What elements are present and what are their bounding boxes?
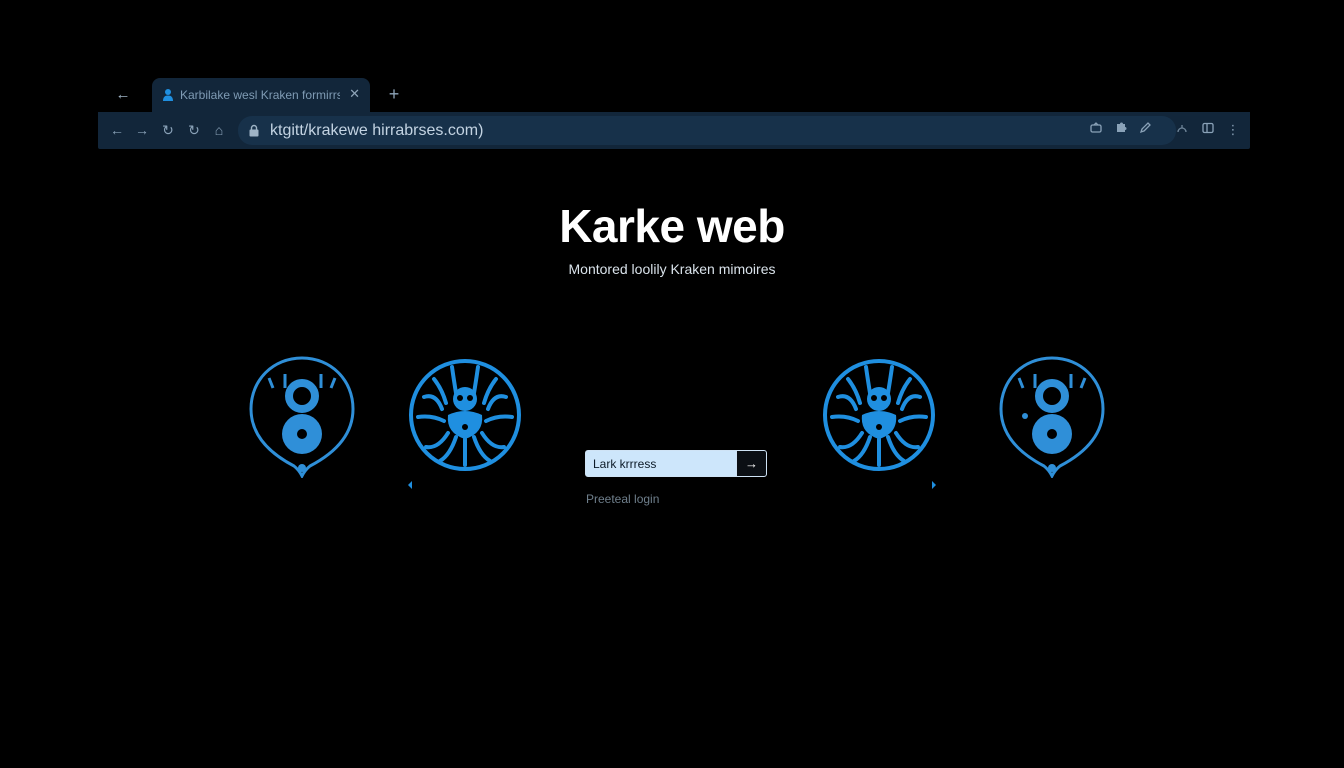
profile-icon[interactable] [1173, 121, 1191, 139]
close-icon[interactable]: ✕ [349, 86, 360, 102]
arrow-right-icon[interactable]: → [736, 451, 766, 476]
kraken-emblem-icon [408, 359, 521, 489]
lock-icon [249, 124, 259, 137]
user-icon [163, 89, 173, 101]
pen-icon[interactable] [1136, 121, 1154, 139]
url-text: ktgitt/krakewe hirrabrses.com) [270, 122, 484, 139]
forward-arrow-icon[interactable]: → [133, 121, 151, 139]
sidebar-icon[interactable] [1199, 121, 1217, 139]
login-input[interactable] [586, 451, 738, 476]
tab-title: Karbilake wesl Kraken formirrs [180, 88, 340, 102]
browser-toolbar: ← → ↻ ↻ ⌂ ktgitt/krakewe hirrabrses.com)… [98, 112, 1250, 149]
puzzle-icon[interactable] [1112, 121, 1130, 139]
kraken-emblem-icon [823, 359, 936, 489]
extension-icon[interactable] [1087, 121, 1105, 139]
login-form: → [585, 450, 767, 477]
browser-window: ← Karbilake wesl Kraken formirrs ✕ + ← →… [0, 0, 1344, 768]
back-arrow-icon[interactable]: ← [114, 86, 132, 104]
reload-icon[interactable]: ↻ [185, 121, 203, 139]
login-link[interactable]: Preeteal login [586, 492, 659, 507]
browser-tab[interactable]: Karbilake wesl Kraken formirrs ✕ [152, 78, 370, 112]
page-subtitle: Montored loolily Kraken mimoires [568, 261, 776, 277]
page-title: Karke web [559, 200, 785, 252]
home-icon[interactable]: ⌂ [210, 121, 228, 139]
back-arrow-icon[interactable]: ← [108, 121, 126, 139]
tab-strip: ← Karbilake wesl Kraken formirrs ✕ + [100, 78, 1250, 112]
new-tab-button[interactable]: + [384, 84, 404, 104]
kebab-menu-icon[interactable]: ⋮ [1224, 121, 1242, 139]
reload-icon[interactable]: ↻ [159, 121, 177, 139]
keyhole-emblem-icon [249, 356, 355, 478]
address-bar[interactable]: ktgitt/krakewe hirrabrses.com) [238, 116, 1176, 145]
keyhole-emblem-icon [999, 356, 1105, 478]
